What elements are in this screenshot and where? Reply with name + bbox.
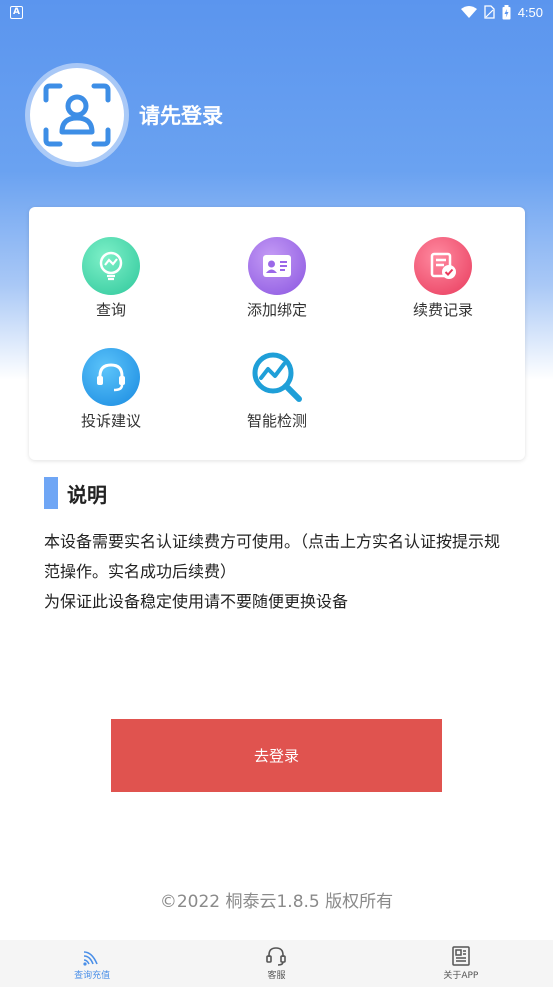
tab-customer-service-label: 客服 [267,971,286,981]
login-prompt[interactable]: 请先登录 [139,100,223,130]
bottom-tab-bar: 查询充值 客服 关于APP [0,940,553,987]
tab-about-app-label: 关于APP [443,971,479,981]
newspaper-icon [452,946,470,966]
battery-icon [502,4,511,19]
feature-grid: 查询 添加绑定 续费记录 投诉建议 智能检测 [29,207,525,460]
sim-icon [484,5,495,19]
tab-customer-service[interactable]: 客服 [184,940,368,987]
feature-smart-detection-label: 智能检测 [246,412,307,430]
headset-icon [266,947,287,966]
id-card-icon [248,237,306,295]
wifi-icon [83,951,98,966]
query-icon [82,237,140,295]
tab-about-app[interactable]: 关于APP [369,940,553,987]
wifi-signal-icon [460,5,477,18]
notification-icon: A [10,5,23,19]
feature-add-binding-label: 添加绑定 [246,301,307,319]
search-chart-icon [248,348,306,406]
notice-line-2: 为保证此设备稳定使用请不要随便更换设备 [44,592,349,611]
feature-complaints[interactable]: 投诉建议 [51,348,171,448]
title-accent-bar [44,477,58,509]
tab-query-recharge[interactable]: 查询充值 [0,940,184,987]
clock: 4:50 [517,4,543,20]
login-button[interactable]: 去登录 [111,719,442,792]
feature-smart-detection[interactable]: 智能检测 [217,348,337,448]
notice-title: 说明 [44,477,107,509]
avatar[interactable] [30,68,124,162]
feature-complaints-label: 投诉建议 [80,412,141,430]
headset-icon [82,348,140,406]
status-bar: A 4:50 [0,0,553,24]
notice-description: 本设备需要实名认证续费方可使用。（点击上方实名认证按提示规范操作。实名成功后续费… [44,527,514,617]
feature-add-binding[interactable]: 添加绑定 [217,237,337,337]
feature-renewal-records-label: 续费记录 [412,301,473,319]
notice-line-1: 本设备需要实名认证续费方可使用。（点击上方实名认证按提示规范操作。实名成功后续费… [44,532,501,581]
copyright-text: ©2022 桐泰云1.8.5 版权所有 [159,892,394,912]
notice-title-text: 说明 [67,482,107,507]
face-scan-icon [43,83,111,147]
record-icon [414,237,472,295]
feature-renewal-records[interactable]: 续费记录 [383,237,503,337]
feature-query[interactable]: 查询 [51,237,171,337]
feature-query-label: 查询 [95,301,126,319]
tab-query-recharge-label: 查询充值 [74,971,111,981]
